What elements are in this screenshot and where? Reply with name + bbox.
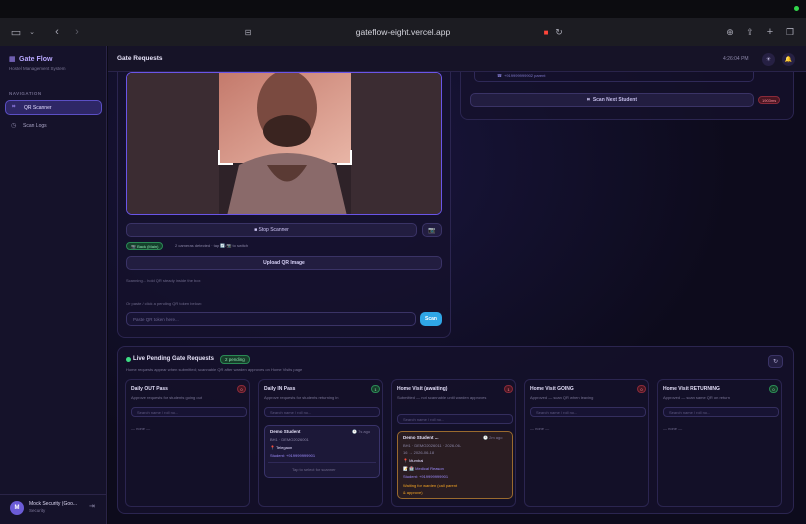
scan-button[interactable]: Scan (420, 312, 442, 326)
column-title: Home Visit RETURNING (663, 386, 720, 392)
qr-token-input[interactable]: Paste QR token here... (126, 312, 416, 326)
scan-hint: Scanning... hold QR steady inside the bo… (126, 278, 201, 283)
camera-preview (126, 72, 442, 215)
empty-state: — none — (530, 426, 550, 431)
camera-badge[interactable]: 📷 Back (Main) (126, 242, 164, 250)
student-room: BH1 · DEMO2026001 (270, 437, 309, 442)
sidebar-item-label: Scan Logs (23, 122, 47, 129)
column-count: 0 (769, 385, 778, 393)
column-subtitle: Approved — scan same QR on return (663, 395, 730, 400)
reload-icon[interactable]: ↻ (554, 24, 564, 40)
notification-bell-icon[interactable]: 🔔 (782, 53, 795, 66)
app-brand: Gate Flow (19, 56, 53, 63)
download-icon[interactable]: ⊕ (724, 24, 736, 40)
live-title: Live Pending Gate Requests (133, 356, 215, 362)
request-age: 🕓 7s ago (352, 429, 371, 434)
user-role: Security (29, 508, 46, 513)
avatar: M (10, 501, 24, 515)
column-subtitle: Submitted — not scannable until warden a… (397, 395, 487, 400)
request-age: 🕓 2m ago (483, 435, 503, 440)
search-input[interactable]: Search name / roll no... (663, 407, 779, 417)
empty-state: — none — (131, 426, 151, 431)
page-title: Gate Requests (117, 55, 163, 62)
column-subtitle: Approve requests for students returning … (264, 395, 339, 400)
student-phone: Student: +919999999901 (270, 453, 316, 458)
building-icon: ▦ (9, 56, 16, 63)
destination: 📍 Telegaon (270, 445, 293, 450)
request-card (397, 431, 513, 499)
divider (268, 462, 376, 463)
top-header (108, 46, 806, 72)
chevron-down-icon[interactable]: ⌄ (28, 24, 36, 40)
address-bar[interactable]: gateflow-eight.vercel.app (240, 24, 566, 40)
pending-count-badge: 2 pending (220, 355, 250, 364)
phone-icon: ☎ (497, 73, 502, 78)
search-input[interactable]: Search name / roll no... (264, 407, 380, 417)
camera-feed-image (127, 73, 441, 214)
empty-state: — none — (663, 426, 683, 431)
sidebar-item-qr-scanner[interactable]: ⌗ QR Scanner (5, 100, 102, 115)
paste-label: Or paste / click a pending QR token belo… (126, 301, 202, 306)
column-count: 1 (504, 385, 513, 393)
status-dot (794, 6, 799, 11)
user-name: Mock Security (Goo... (29, 501, 78, 507)
stop-scanner-button[interactable]: ■ Stop Scanner (126, 223, 417, 237)
column-count: 0 (637, 385, 646, 393)
sidebar-item-scan-logs[interactable]: ◷ Scan Logs (5, 118, 102, 133)
visit-dates: 16 → 2026-06-18 (403, 450, 435, 455)
qr-icon: ⌗ (586, 97, 590, 103)
column-subtitle: Approve requests for students going out (131, 395, 202, 400)
qr-icon: ⌗ (12, 104, 16, 110)
column-subtitle: Approved — scan QR when leaving (530, 395, 594, 400)
live-subtitle: Home requests appear when submitted; sca… (126, 367, 303, 372)
tap-to-select: Tap to select for scanner (292, 467, 336, 472)
column-count: 0 (237, 385, 246, 393)
waiting-status-cont: & approve) (403, 490, 423, 495)
app-brand-subtitle: Hostel Management System (9, 66, 66, 71)
search-input[interactable]: Search name / roll no... (530, 407, 646, 417)
nav-section-label: NAVIGATION (9, 91, 42, 96)
clock-icon: ◷ (11, 123, 17, 129)
camera-info: 2 cameras detected · tap 🔄/📷 to switch (175, 243, 249, 248)
column-title: Home Visit GOING (530, 386, 574, 392)
student-phone: Student: +919999999901 (403, 474, 449, 479)
destination: 📍 Mumbai (403, 458, 424, 463)
visit-reason: 📝 🏥 Medical Reason (403, 466, 444, 471)
clock-readout: 4:26:04 PM (723, 56, 749, 62)
back-arrow-icon[interactable]: ‹ (52, 24, 62, 40)
sidebar-toggle-icon[interactable]: ▭ (10, 24, 22, 40)
search-input[interactable]: Search name / roll no... (131, 407, 247, 417)
waiting-status: Waiting for warden (call parent (403, 483, 458, 488)
column-count: 1 (371, 385, 380, 393)
student-name: Demo Student (270, 429, 301, 434)
logout-icon[interactable]: ⇥ (89, 502, 95, 510)
tab-overview-icon[interactable]: ❐ (784, 24, 796, 40)
student-name: Demo Student ... (403, 435, 439, 440)
live-indicator (126, 357, 131, 362)
sidebar-item-label: QR Scanner (24, 104, 52, 111)
new-tab-icon[interactable]: + (764, 24, 776, 40)
parent-phone: +919999999902 parent (504, 73, 546, 78)
column-title: Home Visit (awaiting) (397, 386, 448, 392)
scan-next-label: Scan Next Student (592, 97, 637, 103)
scan-next-button[interactable]: ⌗ Scan Next Student (470, 93, 754, 107)
column-title: Daily OUT Pass (131, 386, 168, 392)
student-room: BH1 · DEMO2026011 · 2026-06- (403, 443, 462, 448)
theme-toggle-icon[interactable]: ☀ (762, 53, 775, 66)
refresh-icon[interactable]: ↻ (768, 355, 783, 368)
camera-in-use-icon[interactable]: ■ (541, 24, 551, 40)
forward-arrow-icon[interactable]: › (72, 24, 82, 40)
upload-qr-button[interactable]: Upload QR Image (126, 256, 442, 270)
menu-bar (0, 0, 806, 18)
share-icon[interactable]: ⇪ (744, 24, 756, 40)
column-title: Daily IN Pass (264, 386, 296, 392)
timer-badge: 1903ms (758, 96, 781, 104)
search-input[interactable]: Search name / roll no... (397, 414, 513, 424)
switch-camera-icon[interactable]: 📷 (422, 223, 442, 237)
